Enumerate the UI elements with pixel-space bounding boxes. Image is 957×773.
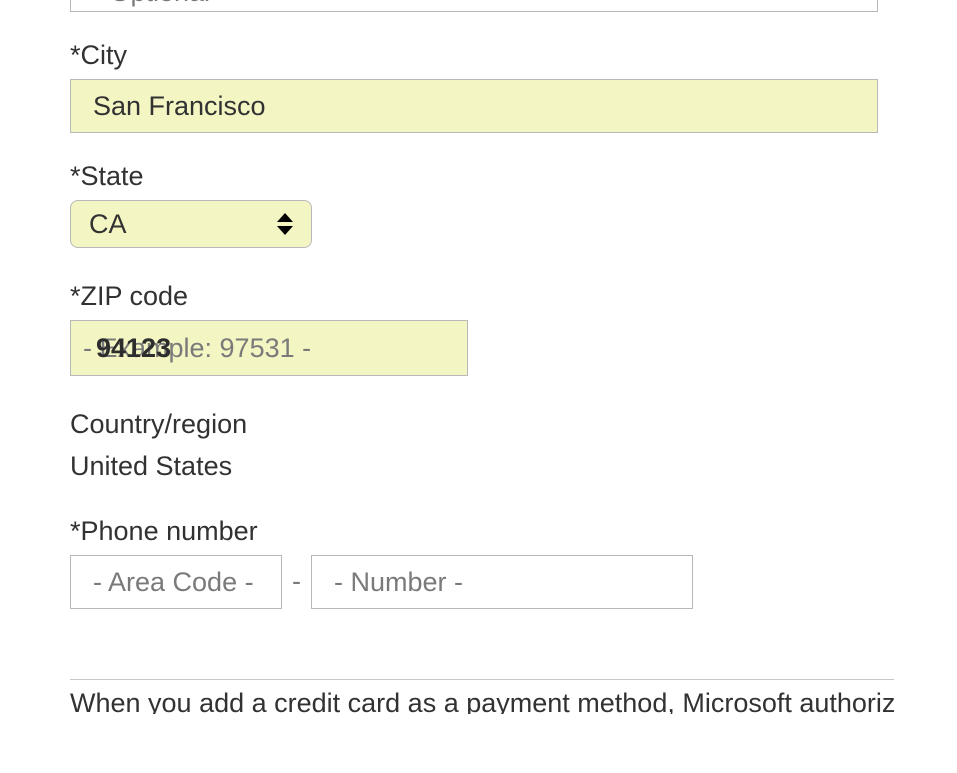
zip-label: *ZIP code bbox=[70, 281, 887, 312]
zip-group: *ZIP code - Example: 97531 - 94123 bbox=[70, 281, 887, 376]
phone-row: - bbox=[70, 555, 887, 609]
zip-placeholder-text: - Example: 97531 - bbox=[70, 320, 468, 376]
billing-address-form: *City *State CA *ZIP code - Example: 975… bbox=[0, 0, 957, 724]
address-line-2-input[interactable] bbox=[70, 0, 878, 12]
section-divider bbox=[70, 679, 894, 680]
city-input[interactable] bbox=[70, 79, 878, 133]
country-value: United States bbox=[70, 446, 887, 488]
phone-label: *Phone number bbox=[70, 516, 887, 547]
zip-input[interactable]: - Example: 97531 - 94123 bbox=[70, 320, 468, 376]
state-group: *State CA bbox=[70, 161, 887, 253]
country-group: Country/region United States bbox=[70, 404, 887, 488]
phone-group: *Phone number - bbox=[70, 516, 887, 609]
state-select-value: CA bbox=[89, 201, 127, 247]
phone-number-input[interactable] bbox=[311, 555, 693, 609]
phone-area-code-input[interactable] bbox=[70, 555, 282, 609]
select-arrows-icon bbox=[277, 213, 293, 235]
cc-disclaimer-text: When you add a credit card as a payment … bbox=[70, 688, 894, 714]
state-select[interactable]: CA bbox=[70, 200, 312, 248]
address-line-2-group bbox=[70, 0, 878, 12]
phone-dash: - bbox=[292, 566, 301, 597]
state-label: *State bbox=[70, 161, 887, 192]
city-label: *City bbox=[70, 40, 887, 71]
city-group: *City bbox=[70, 40, 887, 133]
country-label: Country/region bbox=[70, 404, 887, 446]
